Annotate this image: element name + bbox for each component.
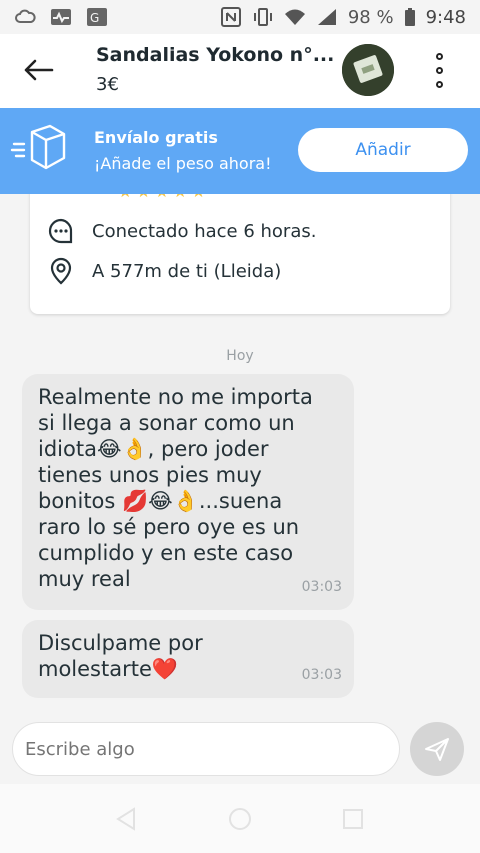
svg-text:G: G [90,11,99,25]
banner-subtitle: ¡Añade el peso ahora! [94,154,272,173]
connection-status: Conectado hace 6 horas. [46,216,316,246]
message-line: tienes unos pies muy [38,463,262,487]
send-button[interactable] [410,722,464,776]
nav-back-button[interactable] [112,804,142,834]
chat-bubble-icon [46,216,76,246]
message-line: Disculpame por [38,631,203,655]
signal-icon [317,9,336,25]
location-row: A 577m de ti (Lleida) [46,256,281,286]
nav-home-button[interactable] [225,804,255,834]
message-line: si llega a sonar como un [38,411,295,435]
day-separator: Hoy [226,348,254,364]
nav-recents-button[interactable] [338,804,368,834]
triangle-back-icon [115,806,135,831]
status-bar: G 98 % 9:48 [0,0,480,34]
message-line: bonitos 💋😂👌...suena [38,489,283,513]
message-input[interactable] [12,722,400,776]
message-line: cumplido y en este caso [38,541,294,565]
message-timestamp: 03:03 [301,667,342,683]
activity-icon [51,9,71,25]
item-thumbnail[interactable] [342,44,394,96]
seller-info-card: ★★★★★ Conectado hace 6 horas. A 577m de … [30,182,450,314]
message-line: idiota😂👌, pero joder [38,437,269,461]
cloud-icon [15,9,36,23]
dot [435,52,443,60]
chat-header: Sandalias Yokono n°... 3€ [0,34,480,108]
message-composer [0,714,480,784]
message-bubble[interactable]: Realmente no me importa si llega a sonar… [22,374,354,610]
connected-text: Conectado hace 6 horas. [92,220,317,242]
translate-icon: G [87,8,107,26]
item-title[interactable]: Sandalias Yokono n°... [96,44,334,66]
vibrate-icon [253,8,272,26]
dot [435,66,443,74]
dot [435,80,443,88]
message-timestamp: 03:03 [301,579,342,595]
message-line: molestarte❤️ [38,657,179,681]
arrow-left-icon [24,59,54,81]
add-weight-button[interactable]: Añadir [298,128,468,172]
message-line: Realmente no me importa [38,385,313,409]
location-text: A 577m de ti (Lleida) [92,260,282,282]
back-button[interactable] [18,52,58,88]
nfc-icon [220,7,241,27]
message-line: raro lo sé pero oye es un [38,515,300,539]
more-options-button[interactable] [424,48,454,92]
item-photo [342,44,394,96]
clock: 9:48 [425,6,466,28]
message-line: muy real [38,567,131,591]
free-shipping-banner: Envíalo gratis ¡Añade el peso ahora! Aña… [0,108,480,194]
item-price: 3€ [96,74,119,95]
message-bubble[interactable]: Disculpame por molestarte❤️ 03:03 [22,620,354,698]
square-recents-icon [343,808,364,829]
circle-home-icon [228,807,251,830]
package-icon [10,124,66,170]
battery-level: 98 % [347,6,394,28]
send-icon [425,738,449,761]
banner-title: Envíalo gratis [94,128,218,147]
wifi-icon [284,9,305,25]
location-pin-icon [46,256,76,286]
battery-icon [404,8,415,26]
system-nav-bar [0,784,480,853]
